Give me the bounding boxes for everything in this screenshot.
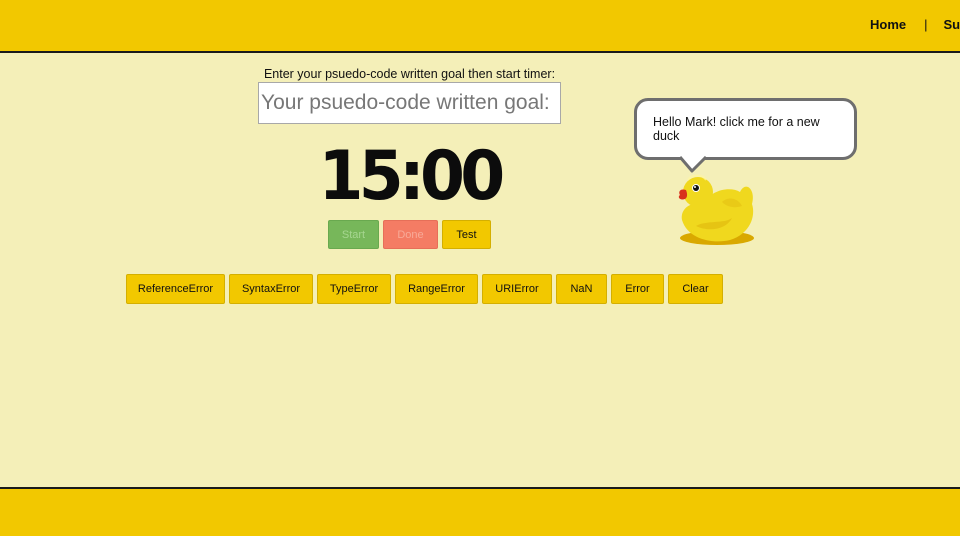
timer-display: 15:00 — [318, 137, 506, 216]
range-error-button[interactable]: RangeError — [395, 274, 478, 304]
error-button[interactable]: Error — [611, 274, 664, 304]
uri-error-button[interactable]: URIError — [482, 274, 552, 304]
goal-input[interactable] — [258, 82, 561, 124]
syntax-error-button[interactable]: SyntaxError — [229, 274, 313, 304]
type-error-button[interactable]: TypeError — [317, 274, 391, 304]
nav-link-sur[interactable]: Sur — [944, 17, 960, 32]
footer-bar — [0, 487, 960, 536]
goal-prompt-label: Enter your psuedo-code written goal then… — [263, 67, 556, 81]
top-nav: Home | Sur — [870, 17, 960, 32]
nav-link-home[interactable]: Home — [870, 17, 906, 32]
start-button[interactable]: Start — [328, 220, 379, 249]
reference-error-button[interactable]: ReferenceError — [126, 274, 225, 304]
nan-button[interactable]: NaN — [556, 274, 607, 304]
test-button[interactable]: Test — [442, 220, 491, 249]
nav-separator: | — [924, 17, 928, 32]
duck-speech-bubble[interactable]: Hello Mark! click me for a new duck — [634, 98, 857, 160]
header-bar: Home | Sur — [0, 0, 960, 53]
rubber-duck-icon[interactable] — [674, 168, 758, 248]
done-button[interactable]: Done — [383, 220, 438, 249]
clear-button[interactable]: Clear — [668, 274, 723, 304]
